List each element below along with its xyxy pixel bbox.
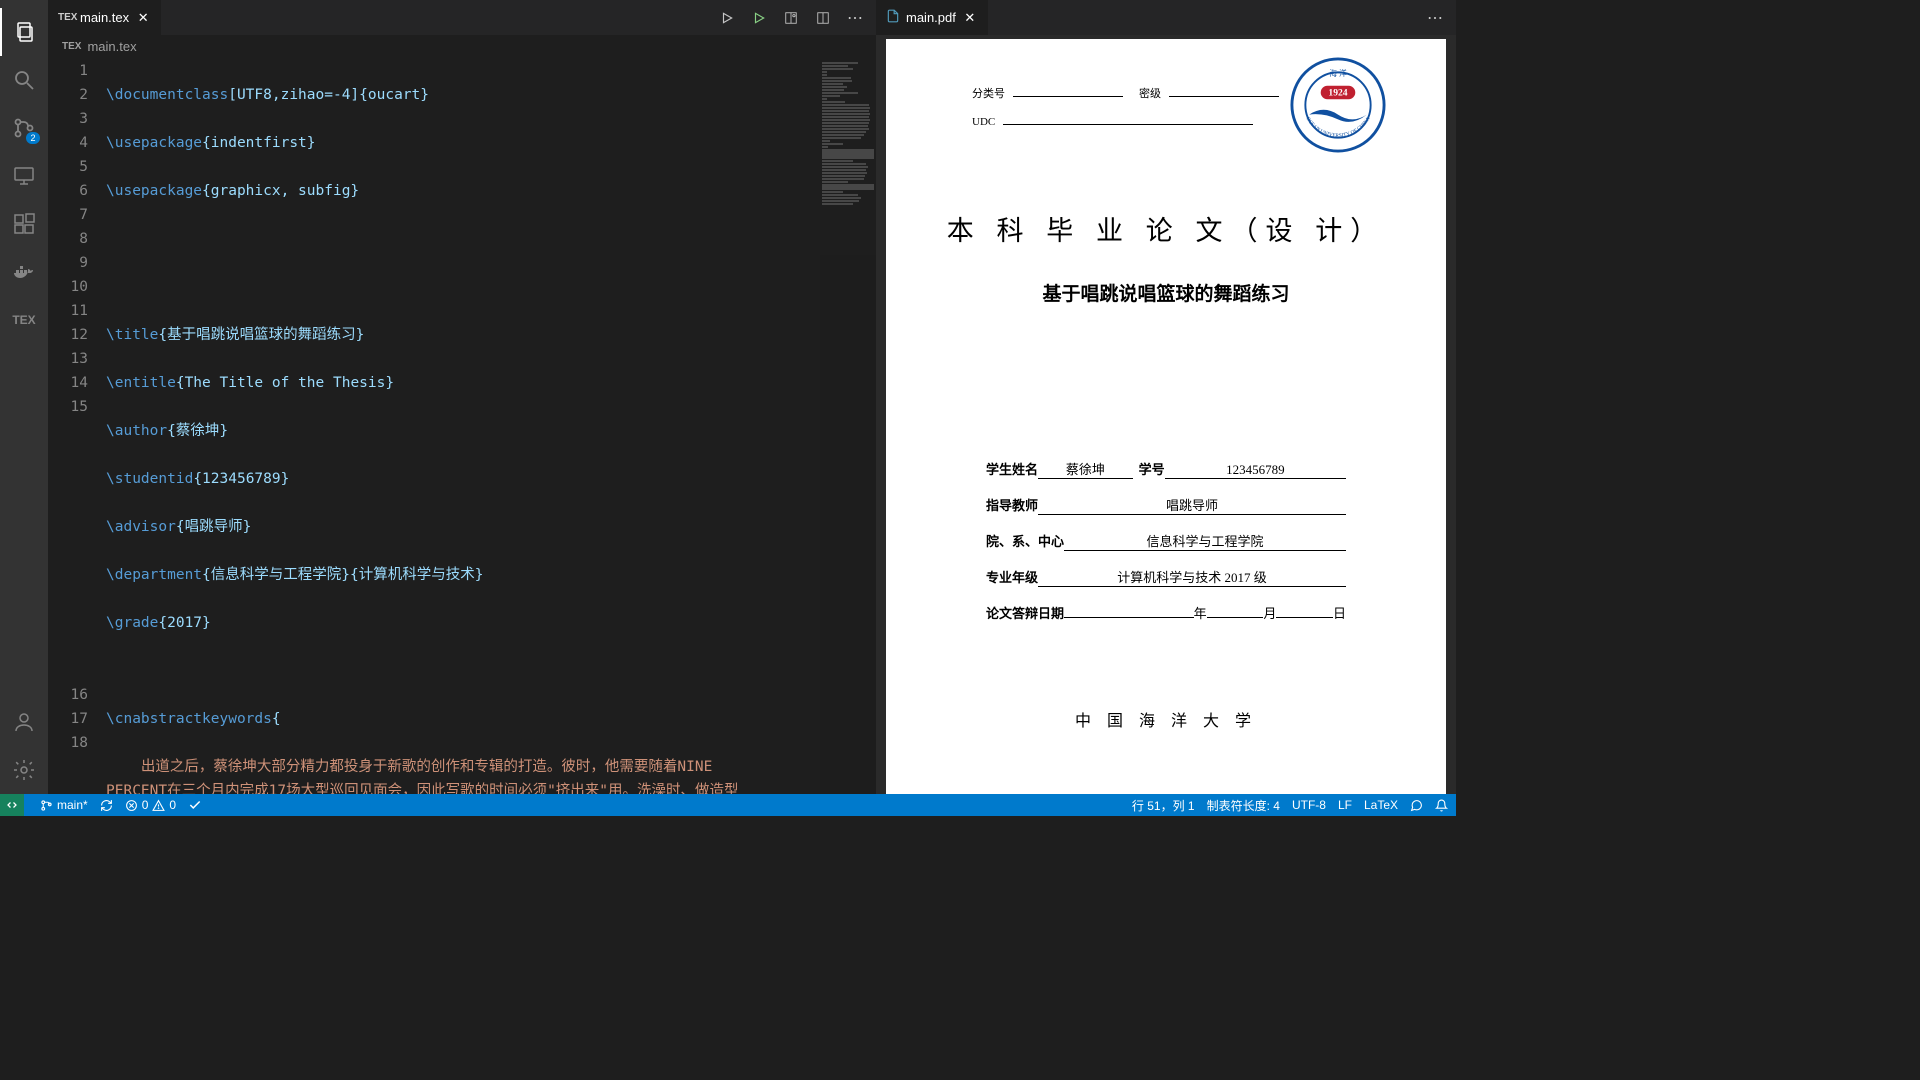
tab-size[interactable]: 制表符长度: 4: [1207, 797, 1280, 814]
line-gutter: 123456789101112131415 161718: [48, 57, 106, 794]
pdf-file-icon: [886, 9, 900, 26]
university-name: 中 国 海 洋 大 学: [886, 707, 1446, 731]
remote-explorer-icon[interactable]: [0, 152, 48, 200]
info-table: 学生姓名 蔡徐坤 学号 123456789 指导教师 唱跳导师 院、系、中心 信…: [986, 459, 1346, 638]
svg-text:海 洋: 海 洋: [1329, 68, 1347, 78]
code-editor[interactable]: 123456789101112131415 161718 \documentcl…: [48, 57, 876, 794]
pdf-preview-pane: main.pdf ✕ ⋯ 分类号 密级 UDC: [876, 0, 1456, 794]
editor-tabs-bar: TEX main.tex ✕ ⋯: [48, 0, 876, 35]
sync-icon[interactable]: [100, 799, 113, 812]
notifications-icon[interactable]: [1435, 799, 1448, 812]
language-mode[interactable]: LaTeX: [1364, 798, 1398, 812]
explorer-icon[interactable]: [0, 8, 48, 56]
split-preview-icon[interactable]: [782, 9, 800, 27]
activity-bar: 2 TEX: [0, 0, 48, 794]
run-green-icon[interactable]: [750, 9, 768, 27]
scm-badge: 2: [26, 132, 40, 144]
feedback-icon[interactable]: [1410, 799, 1423, 812]
more-icon[interactable]: ⋯: [1426, 9, 1444, 27]
tab-main-tex[interactable]: TEX main.tex ✕: [48, 0, 161, 35]
minimap[interactable]: [820, 57, 876, 794]
latex-icon[interactable]: TEX: [0, 296, 48, 344]
tex-file-icon: TEX: [58, 12, 74, 23]
check-icon[interactable]: [188, 798, 202, 812]
tab-label: main.tex: [80, 10, 129, 25]
search-icon[interactable]: [0, 56, 48, 104]
editor-group: TEX main.tex ✕ ⋯ TEX main.tex 1234567891…: [48, 0, 876, 794]
problems[interactable]: 0 0: [125, 798, 176, 812]
thesis-type: 本 科 毕 业 论 文（设 计）: [886, 209, 1446, 248]
run-icon[interactable]: [718, 9, 736, 27]
source-control-icon[interactable]: 2: [0, 104, 48, 152]
breadcrumb[interactable]: TEX main.tex: [48, 35, 876, 57]
university-logo: 1924 海 洋 OCEAN UNIVERSITY OF CHINA: [1290, 57, 1386, 153]
tab-label: main.pdf: [906, 10, 956, 25]
git-branch[interactable]: main*: [40, 798, 88, 812]
editor-actions: ⋯: [718, 9, 876, 27]
remote-indicator[interactable]: [0, 794, 24, 816]
cursor-position[interactable]: 行 51，列 1: [1132, 797, 1195, 814]
eol[interactable]: LF: [1338, 798, 1352, 812]
split-editor-icon[interactable]: [814, 9, 832, 27]
code-content[interactable]: \documentclass[UTF8,zihao=-4]{oucart} \u…: [106, 57, 820, 794]
settings-gear-icon[interactable]: [0, 746, 48, 794]
close-icon[interactable]: ✕: [135, 10, 151, 26]
encoding[interactable]: UTF-8: [1292, 798, 1326, 812]
pdf-page: 分类号 密级 UDC 1924 海 洋: [886, 39, 1446, 794]
tex-file-icon: TEX: [62, 41, 81, 52]
pdf-viewer[interactable]: 分类号 密级 UDC 1924 海 洋: [876, 35, 1456, 794]
svg-text:1924: 1924: [1328, 87, 1347, 98]
more-icon[interactable]: ⋯: [846, 9, 864, 27]
status-bar: main* 0 0 行 51，列 1 制表符长度: 4 UTF-8 LF LaT…: [0, 794, 1456, 816]
close-icon[interactable]: ✕: [962, 10, 978, 26]
extensions-icon[interactable]: [0, 200, 48, 248]
tab-main-pdf[interactable]: main.pdf ✕: [876, 0, 988, 35]
docker-icon[interactable]: [0, 248, 48, 296]
breadcrumb-file: main.tex: [87, 39, 136, 54]
account-icon[interactable]: [0, 698, 48, 746]
pdf-tabs-bar: main.pdf ✕ ⋯: [876, 0, 1456, 35]
thesis-title: 基于唱跳说唱篮球的舞蹈练习: [886, 279, 1446, 306]
